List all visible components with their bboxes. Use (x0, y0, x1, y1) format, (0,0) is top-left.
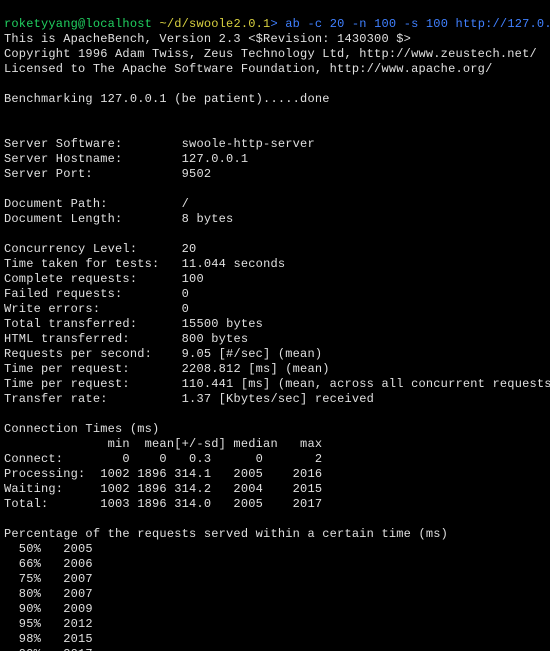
percentile-66: 66% 2006 (4, 557, 93, 571)
complete-requests-label: Complete requests: (4, 272, 137, 286)
write-errors-value: 0 (182, 302, 189, 316)
write-errors-label: Write errors: (4, 302, 100, 316)
total-transferred-label: Total transferred: (4, 317, 137, 331)
time-per-request-value-2: 110.441 [ms] (mean, across all concurren… (182, 377, 550, 391)
transfer-rate-label: Transfer rate: (4, 392, 108, 406)
percentile-90: 90% 2009 (4, 602, 93, 616)
benchmarking-line: Benchmarking 127.0.0.1 (be patient).....… (4, 92, 330, 106)
ab-header-line3: Licensed to The Apache Software Foundati… (4, 62, 492, 76)
time-per-request-label-1: Time per request: (4, 362, 130, 376)
prompt-user-host: roketyyang@localhost (4, 17, 159, 31)
time-per-request-value-1: 2208.812 [ms] (mean) (182, 362, 330, 376)
percentile-80: 80% 2007 (4, 587, 93, 601)
document-length-value: 8 bytes (182, 212, 234, 226)
concurrency-level-label: Concurrency Level: (4, 242, 137, 256)
percentile-98: 98% 2015 (4, 632, 93, 646)
html-transferred-value: 800 bytes (182, 332, 249, 346)
concurrency-level-value: 20 (182, 242, 197, 256)
document-path-value: / (182, 197, 189, 211)
requests-per-second-label: Requests per second: (4, 347, 152, 361)
complete-requests-value: 100 (182, 272, 204, 286)
connection-row-connect: Connect: 0 0 0.3 0 2 (4, 452, 322, 466)
server-software-value: swoole-http-server (182, 137, 315, 151)
server-port-label: Server Port: (4, 167, 93, 181)
transfer-rate-value: 1.37 [Kbytes/sec] received (182, 392, 374, 406)
percentile-75: 75% 2007 (4, 572, 93, 586)
document-length-label: Document Length: (4, 212, 122, 226)
terminal-output: roketyyang@localhost ~/d/swoole2.0.1> ab… (0, 0, 550, 651)
server-hostname-value: 127.0.0.1 (182, 152, 249, 166)
server-software-label: Server Software: (4, 137, 122, 151)
prompt-gt: > (270, 17, 285, 31)
time-per-request-label-2: Time per request: (4, 377, 130, 391)
requests-per-second-value: 9.05 [#/sec] (mean) (182, 347, 323, 361)
server-port-value: 9502 (182, 167, 212, 181)
ab-header-line1: This is ApacheBench, Version 2.3 <$Revis… (4, 32, 411, 46)
connection-times-columns: min mean[+/-sd] median max (4, 437, 322, 451)
document-path-label: Document Path: (4, 197, 108, 211)
percentile-95: 95% 2012 (4, 617, 93, 631)
ab-header-line2: Copyright 1996 Adam Twiss, Zeus Technolo… (4, 47, 537, 61)
prompt-cwd: ~/d/swoole2.0.1 (159, 17, 270, 31)
connection-times-header: Connection Times (ms) (4, 422, 159, 436)
server-hostname-label: Server Hostname: (4, 152, 122, 166)
percentile-50: 50% 2005 (4, 542, 93, 556)
connection-row-total: Total: 1003 1896 314.0 2005 2017 (4, 497, 322, 511)
failed-requests-label: Failed requests: (4, 287, 122, 301)
prompt-command[interactable]: ab -c 20 -n 100 -s 100 http://127.0.0.1:… (285, 17, 550, 31)
failed-requests-value: 0 (182, 287, 189, 301)
time-taken-label: Time taken for tests: (4, 257, 159, 271)
connection-row-processing: Processing: 1002 1896 314.1 2005 2016 (4, 467, 322, 481)
html-transferred-label: HTML transferred: (4, 332, 130, 346)
connection-row-waiting: Waiting: 1002 1896 314.2 2004 2015 (4, 482, 322, 496)
percentile-99: 99% 2017 (4, 647, 93, 651)
time-taken-value: 11.044 seconds (182, 257, 286, 271)
total-transferred-value: 15500 bytes (182, 317, 263, 331)
percentile-header: Percentage of the requests served within… (4, 527, 448, 541)
